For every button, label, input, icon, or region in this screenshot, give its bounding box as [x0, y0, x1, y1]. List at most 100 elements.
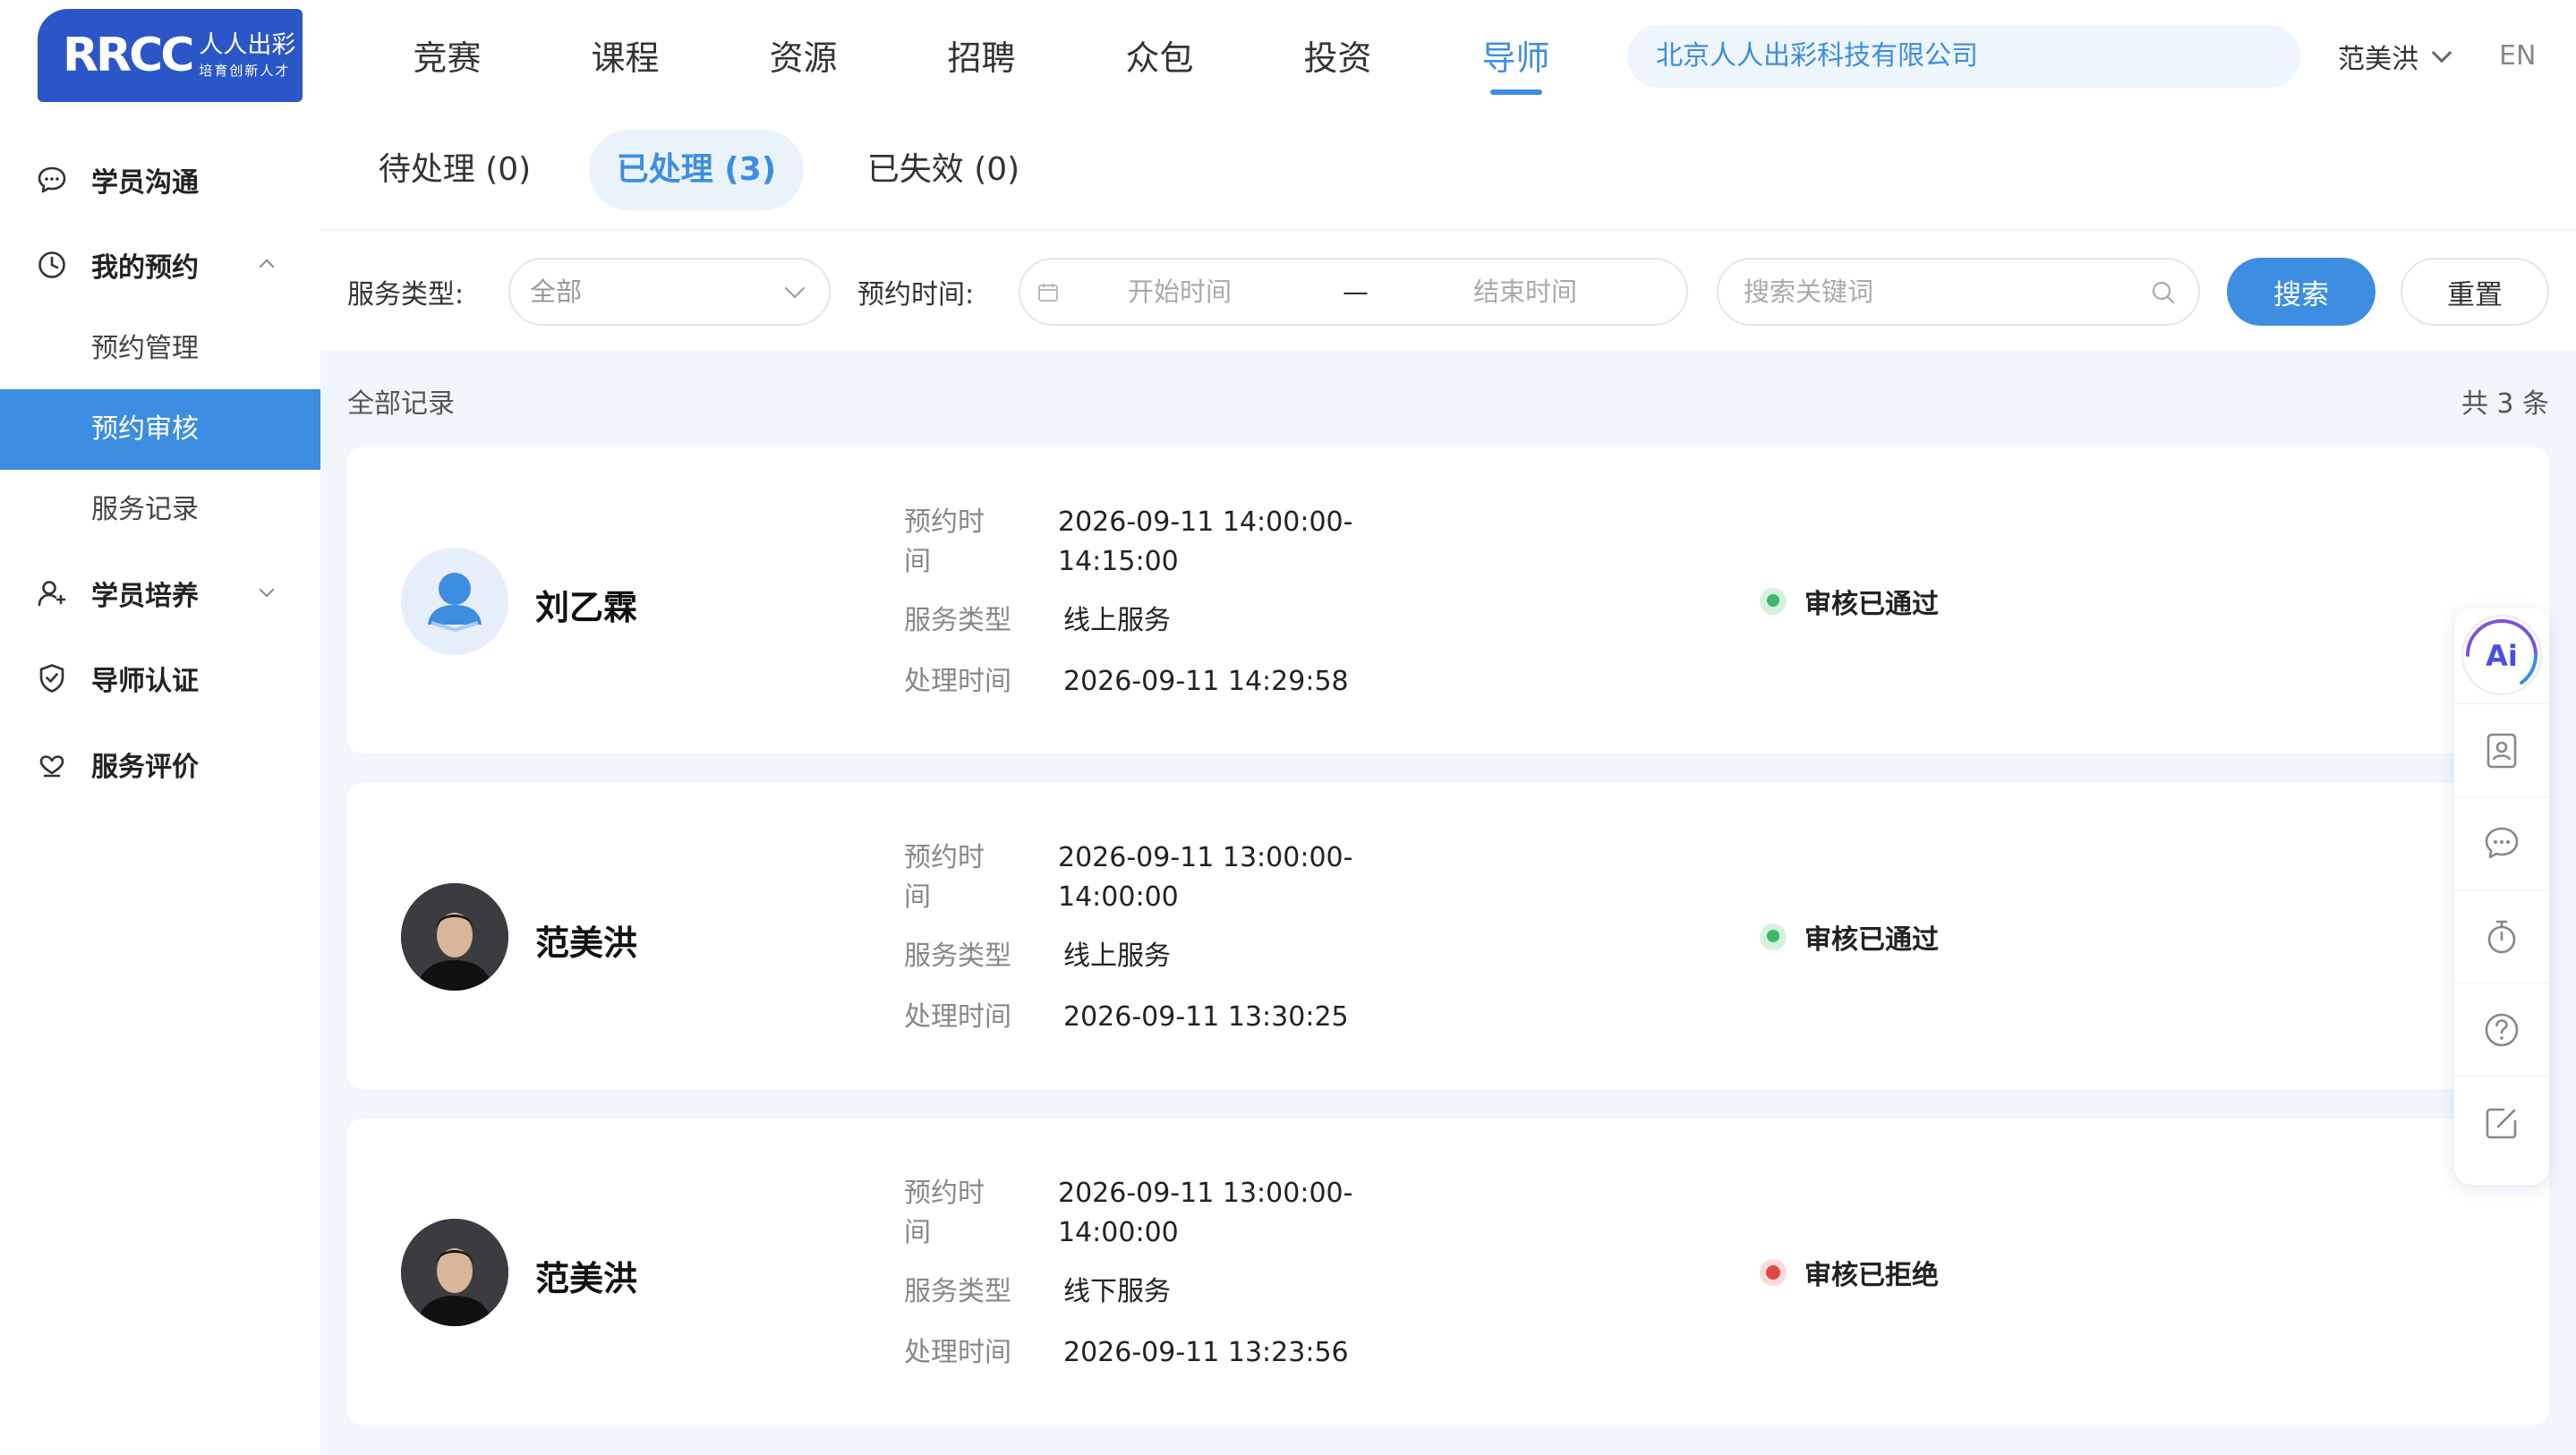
timer-button[interactable] [2454, 889, 2549, 983]
language-switch[interactable]: EN [2499, 25, 2536, 88]
sidebar-sub-appointment-management[interactable]: 预约管理 [0, 309, 320, 389]
appointment-time-start: 2026-09-11 14:00:00- [1058, 506, 1353, 538]
status-badge: 审核已拒绝 [1760, 1253, 1939, 1292]
sidebar-item-service-evaluation[interactable]: 服务评价 [0, 723, 320, 805]
search-input[interactable]: 搜索关键词 [1744, 260, 1873, 324]
record-card[interactable]: 范美洪 预约时 间 2026-09-11 13:00:00- 14:00:00 … [347, 1119, 2549, 1425]
chevron-up-icon [259, 259, 275, 275]
logo-slogan: 培育创新人才 [199, 63, 291, 79]
sidebar-sub-appointment-review[interactable]: 预约审核 [0, 389, 320, 470]
edit-button[interactable] [2454, 1076, 2549, 1169]
keyword-search-box[interactable]: 搜索关键词 [1717, 258, 2200, 326]
status-text: 审核已通过 [1804, 924, 1939, 956]
status-tabs: 待处理 (0) 已处理 (3) 已失效 (0) [320, 116, 2576, 231]
heart-hands-icon [39, 755, 64, 778]
start-time-input[interactable]: 开始时间 [1128, 260, 1232, 324]
logo-text: RRCC [63, 29, 194, 82]
calendar-icon [1038, 284, 1058, 302]
user-cultivate-icon [38, 581, 66, 607]
service-type-value: 线上服务 [1063, 940, 1171, 972]
date-range-picker[interactable]: 开始时间 — 结束时间 [1019, 258, 1688, 326]
end-time-input[interactable]: 结束时间 [1473, 260, 1577, 324]
logo-cn: 人人出彩 [199, 31, 296, 59]
nav-item-crowdsourcing[interactable]: 众包 [1070, 0, 1249, 116]
help-button[interactable] [2454, 983, 2549, 1076]
service-type-label: 服务类型: [347, 279, 465, 311]
appointment-time-end: 14:15:00 [1058, 546, 1179, 577]
user-photo [401, 883, 508, 991]
main-nav: 竞赛 课程 资源 招聘 众包 投资 导师 [358, 0, 1605, 116]
service-type-label: 服务类型 [904, 1276, 1011, 1307]
brand-logo[interactable]: RRCC 人人出彩 培育创新人才 [38, 9, 303, 102]
appointment-time-start: 2026-09-11 13:00:00- [1058, 1178, 1353, 1209]
user-photo [401, 1219, 508, 1326]
nav-item-competition[interactable]: 竞赛 [358, 0, 536, 116]
tab-processed[interactable]: 已处理 (3) [589, 130, 804, 210]
contact-card-button[interactable] [2454, 703, 2549, 796]
appointment-time-start: 2026-09-11 13:00:00- [1058, 842, 1353, 873]
tab-expired[interactable]: 已失效 (0) [845, 130, 1042, 210]
avatar [401, 548, 508, 655]
chevron-down-icon [784, 277, 806, 299]
ai-assistant-button[interactable]: Ai [2454, 608, 2549, 702]
logo-side: 人人出彩 培育创新人才 [199, 33, 295, 78]
help-icon [2485, 1013, 2519, 1046]
appointment-time-label-2: 间 [904, 881, 931, 913]
records-panel: 全部记录 共 3 条 刘乙霖 预约时 间 2026-09-11 14:00:00… [320, 351, 2576, 1455]
user-menu[interactable]: 范美洪 [2338, 25, 2452, 88]
chat-bubble-icon [38, 166, 66, 193]
floating-toolbar: Ai [2454, 608, 2549, 1185]
chevron-down-icon [259, 582, 275, 598]
service-type-label: 服务类型 [904, 940, 1011, 972]
status-text: 审核已通过 [1804, 589, 1939, 620]
avatar [401, 1219, 508, 1326]
appointment-time-label-2: 间 [904, 1217, 931, 1248]
appointment-time-end: 14:00:00 [1058, 1217, 1179, 1248]
range-separator: — [1343, 277, 1369, 307]
nav-item-courses[interactable]: 课程 [536, 0, 714, 116]
appointment-time-end: 14:00:00 [1058, 881, 1179, 913]
sidebar-sub-service-records[interactable]: 服务记录 [0, 470, 320, 550]
sidebar-item-student-training[interactable]: 学员培养 [0, 552, 320, 634]
sidebar-item-label: 导师认证 [91, 666, 199, 697]
records-title: 全部记录 [347, 388, 455, 420]
filter-bar: 服务类型: 全部 预约时间: 开始时间 — 结束时间 搜索关键词 搜索 重置 [320, 233, 2576, 351]
top-bar: RRCC 人人出彩 培育创新人才 竞赛 课程 资源 招聘 众包 投资 导师 北京… [0, 0, 2576, 116]
ai-label: Ai [2486, 639, 2518, 673]
sidebar-item-label: 服务评价 [91, 752, 199, 783]
sidebar-item-my-appointments[interactable]: 我的预约 [0, 224, 320, 306]
clock-icon [38, 251, 65, 278]
appointment-time-label: 预约时 [904, 506, 985, 538]
message-icon [2485, 827, 2519, 858]
appointment-time-label: 预约时 [904, 842, 985, 873]
tab-pending[interactable]: 待处理 (0) [356, 130, 553, 210]
student-name: 范美洪 [535, 1259, 638, 1298]
search-button[interactable]: 搜索 [2227, 258, 2376, 326]
search-icon [2152, 281, 2175, 304]
edit-icon [2486, 1108, 2517, 1138]
status-badge: 审核已通过 [1760, 917, 1939, 957]
nav-item-recruitment[interactable]: 招聘 [892, 0, 1070, 116]
status-badge: 审核已通过 [1760, 582, 1939, 621]
organization-selector[interactable]: 北京人人出彩科技有限公司 [1627, 25, 2300, 88]
processed-time-value: 2026-09-11 13:23:56 [1063, 1337, 1349, 1368]
sidebar-item-mentor-certification[interactable]: 导师认证 [0, 637, 320, 719]
record-card[interactable]: 刘乙霖 预约时 间 2026-09-11 14:00:00- 14:15:00 … [347, 447, 2549, 753]
check-circle-icon [1760, 588, 1787, 615]
reset-button[interactable]: 重置 [2401, 258, 2549, 326]
service-type-label: 服务类型 [904, 605, 1011, 636]
nav-item-investment[interactable]: 投资 [1249, 0, 1427, 116]
contact-card-icon [2486, 733, 2517, 768]
message-button[interactable] [2454, 796, 2549, 889]
record-card[interactable]: 范美洪 预约时 间 2026-09-11 13:00:00- 14:00:00 … [347, 783, 2549, 1089]
processed-time-label: 处理时间 [904, 1337, 1011, 1368]
processed-time-label: 处理时间 [904, 1001, 1011, 1033]
nav-item-resources[interactable]: 资源 [714, 0, 892, 116]
user-name: 范美洪 [2338, 44, 2418, 75]
nav-item-mentor[interactable]: 导师 [1427, 0, 1605, 116]
status-text: 审核已拒绝 [1804, 1260, 1939, 1291]
service-type-select[interactable]: 全部 [508, 258, 831, 326]
default-avatar-icon [428, 573, 482, 633]
student-name: 范美洪 [535, 923, 638, 963]
sidebar-item-student-chat[interactable]: 学员沟通 [0, 139, 320, 221]
